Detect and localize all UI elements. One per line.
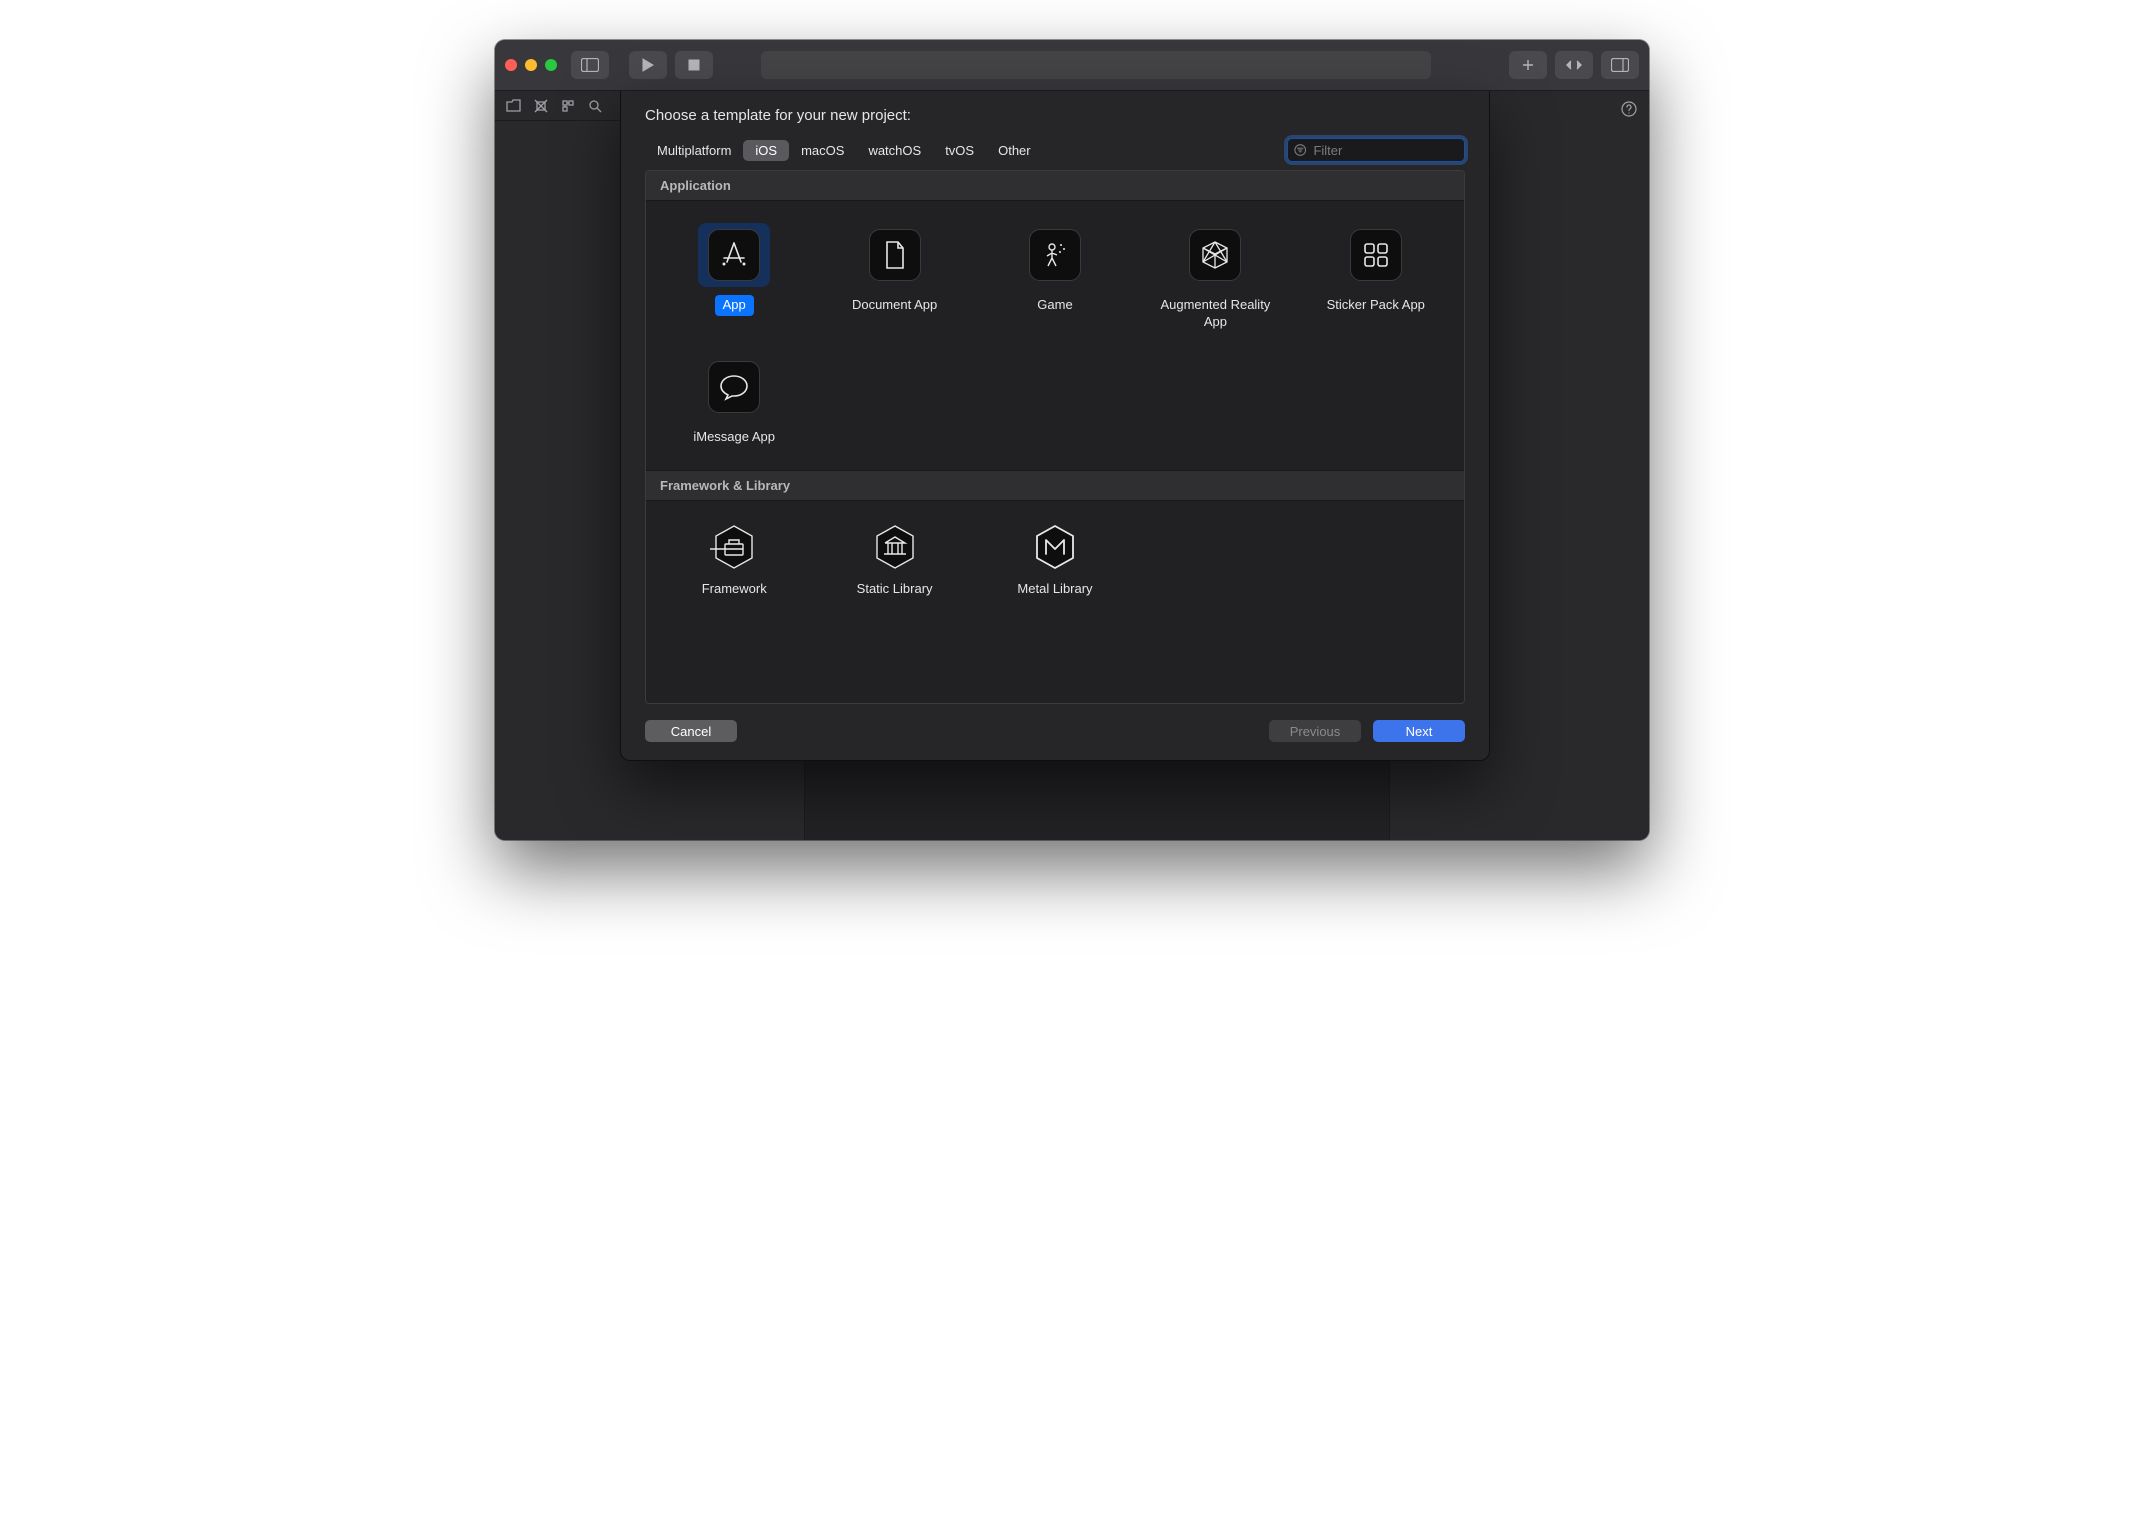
speech-bubble-icon bbox=[719, 373, 749, 401]
building-hex-icon bbox=[871, 523, 919, 571]
section-header-application: Application bbox=[646, 171, 1464, 201]
find-navigator-icon[interactable] bbox=[586, 97, 603, 114]
sheet-title: Choose a template for your new project: bbox=[645, 107, 1465, 124]
tab-ios[interactable]: iOS bbox=[743, 140, 789, 161]
run-button[interactable] bbox=[629, 51, 667, 79]
template-label: App bbox=[715, 295, 754, 316]
symbol-navigator-icon[interactable] bbox=[559, 97, 576, 114]
template-imessage-app[interactable]: iMessage App bbox=[656, 347, 812, 452]
document-icon bbox=[883, 240, 907, 270]
template-label: Game bbox=[1029, 295, 1080, 316]
new-project-sheet: Choose a template for your new project: … bbox=[620, 91, 1490, 761]
previous-button: Previous bbox=[1269, 720, 1361, 742]
platform-tabs: Multiplatform iOS macOS watchOS tvOS Oth… bbox=[645, 140, 1043, 161]
template-ar-app[interactable]: Augmented Reality App bbox=[1137, 215, 1293, 337]
template-label: Metal Library bbox=[1009, 579, 1100, 600]
traffic-lights bbox=[505, 59, 557, 71]
template-document-app[interactable]: Document App bbox=[816, 215, 972, 337]
help-icon[interactable] bbox=[1621, 101, 1637, 120]
template-app[interactable]: App bbox=[656, 215, 812, 337]
section-header-framework: Framework & Library bbox=[646, 470, 1464, 501]
template-label: Document App bbox=[844, 295, 945, 316]
grid-icon bbox=[1362, 241, 1390, 269]
minimize-window-button[interactable] bbox=[525, 59, 537, 71]
tab-macos[interactable]: macOS bbox=[789, 140, 856, 161]
toolbox-hex-icon bbox=[710, 523, 758, 571]
game-icon bbox=[1040, 240, 1070, 270]
toggle-navigator-button[interactable] bbox=[571, 51, 609, 79]
cancel-button[interactable]: Cancel bbox=[645, 720, 737, 742]
library-button[interactable] bbox=[1509, 51, 1547, 79]
template-label: Framework bbox=[694, 579, 775, 600]
template-label: Augmented Reality App bbox=[1141, 295, 1289, 333]
metal-hex-icon bbox=[1031, 523, 1079, 571]
template-sticker-pack[interactable]: Sticker Pack App bbox=[1298, 215, 1454, 337]
next-button[interactable]: Next bbox=[1373, 720, 1465, 742]
close-window-button[interactable] bbox=[505, 59, 517, 71]
template-game[interactable]: Game bbox=[977, 215, 1133, 337]
template-list: Application App bbox=[645, 170, 1465, 704]
template-static-library[interactable]: Static Library bbox=[816, 515, 972, 604]
project-navigator-icon[interactable] bbox=[505, 97, 522, 114]
tab-other[interactable]: Other bbox=[986, 140, 1043, 161]
template-metal-library[interactable]: Metal Library bbox=[977, 515, 1133, 604]
tab-watchos[interactable]: watchOS bbox=[856, 140, 933, 161]
titlebar bbox=[495, 40, 1649, 91]
template-label: iMessage App bbox=[685, 427, 783, 448]
filter-input[interactable] bbox=[1311, 142, 1458, 159]
app-store-icon bbox=[719, 240, 749, 270]
stop-button[interactable] bbox=[675, 51, 713, 79]
zoom-window-button[interactable] bbox=[545, 59, 557, 71]
tab-tvos[interactable]: tvOS bbox=[933, 140, 986, 161]
activity-viewer bbox=[761, 51, 1431, 79]
code-review-button[interactable] bbox=[1555, 51, 1593, 79]
tab-multiplatform[interactable]: Multiplatform bbox=[645, 140, 743, 161]
toggle-inspector-button[interactable] bbox=[1601, 51, 1639, 79]
source-control-navigator-icon[interactable] bbox=[532, 97, 549, 114]
filter-icon bbox=[1294, 143, 1306, 157]
template-label: Sticker Pack App bbox=[1319, 295, 1433, 316]
ar-cube-icon bbox=[1199, 239, 1231, 271]
xcode-window: ction Choose a template for your new pro… bbox=[495, 40, 1649, 840]
template-framework[interactable]: Framework bbox=[656, 515, 812, 604]
template-label: Static Library bbox=[849, 579, 941, 600]
filter-field[interactable] bbox=[1287, 138, 1465, 162]
